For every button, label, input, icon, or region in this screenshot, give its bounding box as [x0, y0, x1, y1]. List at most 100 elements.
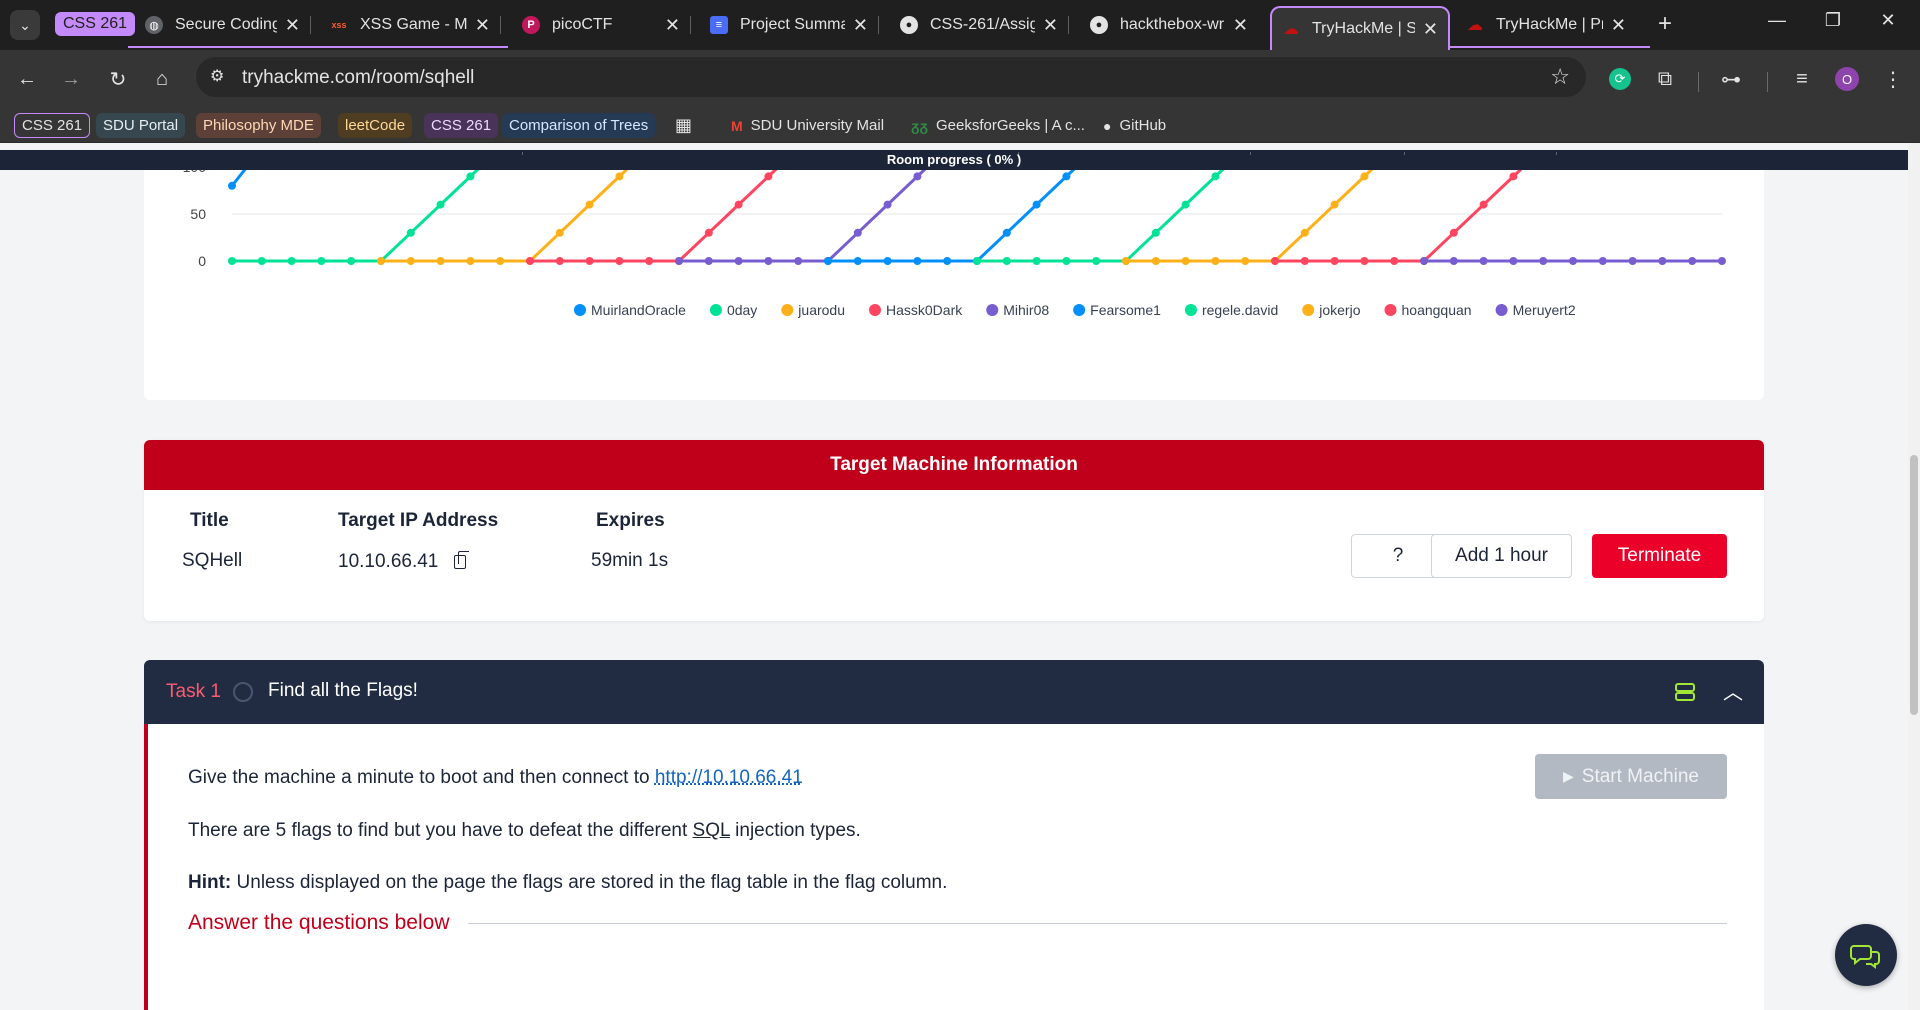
avatar[interactable]: O: [1832, 64, 1862, 94]
apps-grid-icon[interactable]: ▦: [668, 113, 699, 138]
data-point: [1390, 257, 1399, 265]
document-icon: ≡: [710, 16, 728, 34]
site-info-icon[interactable]: ⚙: [210, 66, 224, 86]
data-point: [377, 257, 385, 265]
tab-label: hackthebox-wr: [1120, 16, 1225, 33]
data-point: [883, 257, 892, 265]
close-icon[interactable]: ✕: [475, 15, 490, 36]
legend-label: MuirlandOracle: [591, 302, 686, 318]
data-point: [406, 228, 415, 237]
tab-project-summary[interactable]: ≡ Project Summa ✕: [700, 6, 879, 44]
data-point: [1479, 200, 1488, 209]
data-point: [824, 257, 832, 265]
tab-css261-assign[interactable]: ● CSS-261/Assign ✕: [890, 6, 1069, 44]
chat-support-button[interactable]: [1835, 924, 1897, 986]
data-point: [1211, 172, 1220, 181]
bookmark-star-icon[interactable]: ☆: [1550, 64, 1570, 90]
toolbar-divider: [1698, 72, 1699, 92]
machine-link[interactable]: http://10.10.66.41: [655, 767, 803, 788]
close-icon[interactable]: ✕: [1233, 15, 1248, 36]
extension-sync-icon[interactable]: ⟳: [1605, 64, 1635, 94]
page-scrollbar[interactable]: [1908, 143, 1920, 1010]
minimize-icon[interactable]: —: [1762, 10, 1792, 31]
tab-label: picoCTF: [552, 16, 613, 33]
data-point: [1122, 257, 1130, 265]
new-tab-button[interactable]: +: [1650, 10, 1680, 38]
bookmark-group-leetcode[interactable]: leetCode: [338, 113, 413, 138]
tab-label: TryHackMe | Pr: [1496, 16, 1603, 33]
extensions-puzzle-icon[interactable]: ⧉: [1650, 64, 1680, 94]
ip-value[interactable]: 10.10.66.41: [338, 551, 438, 572]
bookmark-label: Philosophy MDE: [203, 117, 314, 134]
bookmark-github[interactable]: ● GitHub: [1096, 113, 1173, 138]
address-bar[interactable]: ⚙ tryhackme.com/room/sqhell ☆: [196, 57, 1586, 97]
link-icon[interactable]: ⊶: [1716, 64, 1746, 94]
close-icon[interactable]: ✕: [1423, 19, 1438, 40]
restore-icon[interactable]: ❐: [1818, 10, 1848, 31]
url-text[interactable]: tryhackme.com/room/sqhell: [242, 67, 474, 89]
task-header[interactable]: Task 1 Find all the Flags! ︿: [144, 660, 1764, 724]
tab-tryhackme-sqhell[interactable]: ☁ TryHackMe | SC ✕: [1270, 6, 1450, 50]
menu-kebab-icon[interactable]: ⋮: [1878, 64, 1908, 94]
add-hour-button[interactable]: Add 1 hour: [1431, 534, 1572, 578]
answer-divider: [468, 923, 1727, 924]
task-line-connect: Give the machine a minute to boot and th…: [188, 767, 803, 789]
start-machine-button[interactable]: ▶ Start Machine: [1535, 754, 1727, 799]
close-icon[interactable]: ✕: [665, 15, 680, 36]
geeksforgeeks-icon: ᵹᵹ: [911, 117, 929, 134]
chevron-up-icon[interactable]: ︿: [1723, 676, 1743, 705]
data-point: [615, 172, 624, 181]
close-icon[interactable]: ✕: [1043, 15, 1058, 36]
series-line: [679, 170, 927, 263]
bookmark-group-sdu-portal[interactable]: SDU Portal: [96, 113, 186, 138]
data-point: [764, 257, 773, 265]
data-point: [1449, 228, 1458, 237]
scrollbar-thumb[interactable]: [1910, 455, 1918, 715]
tab-group-chip[interactable]: CSS 261: [55, 12, 136, 36]
back-arrow-icon[interactable]: ←: [12, 64, 42, 94]
legend-label: hoangquan: [1402, 302, 1472, 318]
connect-text: Give the machine a minute to boot and th…: [188, 767, 655, 788]
data-point: [555, 228, 564, 237]
tab-label: XSS Game - Ma: [360, 16, 467, 33]
tab-hackthebox[interactable]: ● hackthebox-wr ✕: [1080, 6, 1258, 44]
close-window-icon[interactable]: ✕: [1873, 10, 1903, 31]
bookmark-group-philosophy[interactable]: Philosophy MDE: [196, 113, 321, 138]
media-queue-icon[interactable]: ≡: [1787, 64, 1817, 94]
legend-label: Mihir08: [1003, 302, 1049, 318]
tab-search-button[interactable]: ⌄: [10, 10, 40, 40]
bookmark-label: SDU Portal: [103, 117, 179, 134]
bookmark-group-trees[interactable]: Comparison of Trees: [502, 113, 656, 138]
tab-tryhackme-profile[interactable]: ☁ TryHackMe | Pr ✕: [1456, 6, 1636, 44]
tab-picoctf[interactable]: P picoCTF ✕: [512, 6, 691, 44]
bookmark-group-css261-2[interactable]: CSS 261: [424, 113, 499, 138]
tab-secure-coding[interactable]: ◍ Secure Coding ✕: [135, 6, 311, 44]
bookmark-sdu-mail[interactable]: M SDU University Mail: [724, 113, 891, 138]
legend-marker: [709, 304, 722, 316]
copy-icon[interactable]: [454, 551, 470, 569]
terminate-button[interactable]: Terminate: [1592, 534, 1727, 578]
bookmark-geeksforgeeks[interactable]: ᵹᵹ GeeksforGeeks | A c...: [904, 113, 1092, 138]
data-point: [1479, 257, 1488, 265]
close-icon[interactable]: ✕: [285, 15, 300, 36]
sql-abbr: SQL: [692, 820, 730, 841]
data-point: [1032, 257, 1041, 265]
forward-arrow-icon[interactable]: →: [56, 64, 86, 94]
data-point: [1420, 257, 1428, 265]
data-point: [436, 200, 445, 209]
home-icon[interactable]: ⌂: [147, 64, 177, 94]
data-point: [1271, 257, 1279, 265]
close-icon[interactable]: ✕: [853, 15, 868, 36]
legend-marker: [574, 304, 586, 316]
bookmark-label: Comparison of Trees: [509, 117, 649, 134]
tab-xss-game[interactable]: xss XSS Game - Ma ✕: [320, 6, 501, 44]
reload-icon[interactable]: ↻: [103, 64, 133, 94]
hint-label: Hint:: [188, 872, 232, 893]
server-stack-icon[interactable]: [1674, 681, 1696, 703]
flags-text: There are 5 flags to find but you have t…: [188, 820, 693, 841]
legend-marker: [1384, 304, 1397, 316]
bookmark-group-css261[interactable]: CSS 261: [14, 113, 91, 138]
data-point: [1360, 172, 1369, 181]
close-icon[interactable]: ✕: [1611, 15, 1626, 36]
tab-label: Project Summa: [740, 16, 845, 33]
